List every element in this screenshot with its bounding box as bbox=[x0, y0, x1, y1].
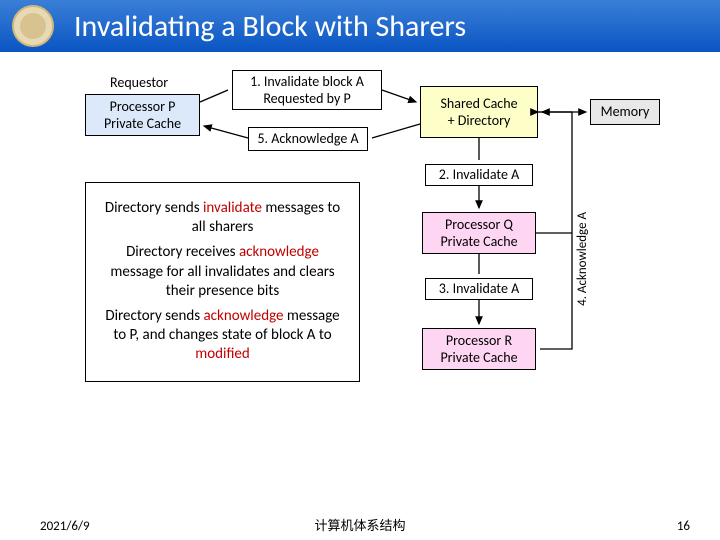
slide-title: Invalidating a Block with Sharers bbox=[74, 8, 466, 45]
msg5-l1: 5. Acknowledge A bbox=[257, 130, 358, 148]
processor-r-box: Processor R Private Cache bbox=[422, 328, 536, 370]
processor-p-l1: Processor P bbox=[110, 98, 176, 116]
processor-p-l2: Private Cache bbox=[104, 115, 181, 133]
footer-center: 计算机体系结构 bbox=[0, 515, 720, 534]
processor-r-l1: Processor R bbox=[446, 332, 512, 350]
msg4-label: 4. Acknowledge A bbox=[575, 212, 590, 306]
memory-l1: Memory bbox=[601, 103, 650, 121]
msg1-l1: 1. Invalidate block A bbox=[250, 73, 364, 91]
shared-cache-l1: Shared Cache bbox=[440, 95, 517, 113]
diagram-canvas: Requestor Processor P Private Cache 1. I… bbox=[0, 52, 720, 492]
desc-p2: Directory receives acknowledge message f… bbox=[98, 243, 347, 301]
shared-cache-l2: + Directory bbox=[448, 112, 511, 130]
msg1-box: 1. Invalidate block A Requested by P bbox=[232, 70, 382, 110]
msg1-l2: Requested by P bbox=[263, 90, 350, 108]
processor-q-box: Processor Q Private Cache bbox=[422, 212, 536, 254]
university-logo bbox=[12, 5, 54, 47]
msg3-l1: 3. Invalidate A bbox=[439, 280, 519, 298]
msg3-box: 3. Invalidate A bbox=[425, 278, 533, 300]
slide-footer: 2021/6/9 计算机体系结构 16 bbox=[0, 512, 720, 540]
processor-q-l1: Processor Q bbox=[445, 216, 513, 234]
desc-p3: Directory sends acknowledge message to P… bbox=[98, 307, 347, 365]
processor-q-l2: Private Cache bbox=[440, 233, 517, 251]
processor-p-box: Processor P Private Cache bbox=[85, 94, 200, 136]
shared-cache-box: Shared Cache + Directory bbox=[420, 86, 538, 138]
msg2-l1: 2. Invalidate A bbox=[439, 166, 519, 184]
requestor-label: Requestor bbox=[110, 74, 168, 91]
processor-r-l2: Private Cache bbox=[440, 349, 517, 367]
description-box: Directory sends invalidate messages to a… bbox=[85, 182, 360, 382]
desc-p1: Directory sends invalidate messages to a… bbox=[98, 199, 347, 237]
footer-page: 16 bbox=[677, 519, 690, 534]
msg2-box: 2. Invalidate A bbox=[425, 164, 533, 186]
memory-box: Memory bbox=[590, 99, 660, 125]
slide-header: Invalidating a Block with Sharers bbox=[0, 0, 720, 52]
msg5-box: 5. Acknowledge A bbox=[248, 127, 368, 151]
